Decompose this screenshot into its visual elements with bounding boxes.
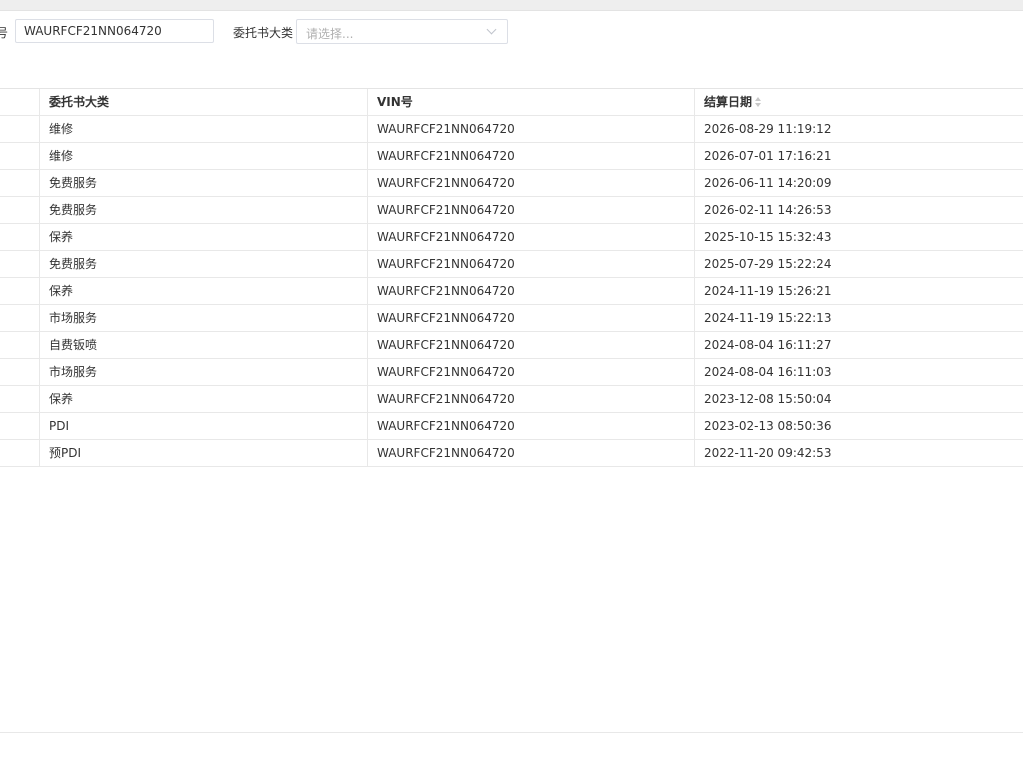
settlement-date-cell: 2022-11-20 09:42:53	[704, 446, 832, 460]
header-category-label: 委托书大类	[49, 95, 110, 109]
row-index-cell	[0, 197, 40, 223]
row-index-cell	[0, 386, 40, 412]
table-row[interactable]: 保养 WAURFCF21NN064720 2023-12-08 15:50:04	[0, 386, 1023, 413]
category-cell: 免费服务	[40, 170, 368, 196]
settlement-date-cell: 2023-12-08 15:50:04	[704, 392, 832, 406]
settlement-date-cell: 2024-11-19 15:26:21	[704, 284, 832, 298]
category-select[interactable]: 请选择...	[296, 19, 508, 44]
settlement-date-cell: 2025-10-15 15:32:43	[704, 230, 832, 244]
table-header: 委托书大类 VIN号 结算日期	[0, 89, 1023, 116]
chevron-down-icon[interactable]	[486, 24, 497, 35]
row-index-cell	[0, 116, 40, 142]
vin-cell: WAURFCF21NN064720	[368, 143, 695, 169]
vin-cell: WAURFCF21NN064720	[368, 197, 695, 223]
table-row[interactable]: 自费钣喷 WAURFCF21NN064720 2024-08-04 16:11:27	[0, 332, 1023, 359]
header-vin-label: VIN号	[377, 95, 413, 109]
table-row[interactable]: 保养 WAURFCF21NN064720 2024-11-19 15:26:21	[0, 278, 1023, 305]
category-cell: 市场服务	[40, 305, 368, 331]
vin-cell: WAURFCF21NN064720	[368, 359, 695, 385]
top-bar	[0, 0, 1023, 11]
settlement-date-cell: 2026-07-01 17:16:21	[704, 149, 832, 163]
settlement-date-cell: 2024-08-04 16:11:27	[704, 338, 832, 352]
table-row[interactable]: 市场服务 WAURFCF21NN064720 2024-11-19 15:22:13	[0, 305, 1023, 332]
row-index-cell	[0, 251, 40, 277]
row-index-cell	[0, 413, 40, 439]
category-cell: 免费服务	[40, 251, 368, 277]
row-index-cell	[0, 440, 40, 466]
table-row[interactable]: 保养 WAURFCF21NN064720 2025-10-15 15:32:43	[0, 224, 1023, 251]
settlement-date-cell: 2026-02-11 14:26:53	[704, 203, 832, 217]
table-body: 维修 WAURFCF21NN064720 2026-08-29 11:19:12 维修…	[0, 116, 1023, 467]
category-cell: 市场服务	[40, 359, 368, 385]
vin-input[interactable]	[15, 19, 214, 43]
footer-divider	[0, 732, 1023, 733]
vin-cell: WAURFCF21NN064720	[368, 413, 695, 439]
vin-cell: WAURFCF21NN064720	[368, 386, 695, 412]
header-cell-category[interactable]: 委托书大类	[40, 89, 368, 115]
row-index-cell	[0, 224, 40, 250]
table-row[interactable]: PDI WAURFCF21NN064720 2023-02-13 08:50:36	[0, 413, 1023, 440]
category-cell: 维修	[40, 143, 368, 169]
row-index-cell	[0, 332, 40, 358]
row-index-cell	[0, 170, 40, 196]
settlement-date-cell: 2023-02-13 08:50:36	[704, 419, 832, 433]
category-cell: 免费服务	[40, 197, 368, 223]
settlement-date-cell: 2026-08-29 11:19:12	[704, 122, 832, 136]
settlement-date-cell: 2024-11-19 15:22:13	[704, 311, 832, 325]
vin-filter-label: 号	[0, 26, 9, 40]
row-index-cell	[0, 278, 40, 304]
header-cell-index	[0, 89, 40, 115]
vin-cell: WAURFCF21NN064720	[368, 116, 695, 142]
header-cell-vin[interactable]: VIN号	[368, 89, 695, 115]
table-row[interactable]: 免费服务 WAURFCF21NN064720 2025-07-29 15:22:24	[0, 251, 1023, 278]
sort-icon[interactable]	[755, 97, 762, 107]
table-row[interactable]: 市场服务 WAURFCF21NN064720 2024-08-04 16:11:03	[0, 359, 1023, 386]
vin-cell: WAURFCF21NN064720	[368, 170, 695, 196]
table-row[interactable]: 免费服务 WAURFCF21NN064720 2026-06-11 14:20:09	[0, 170, 1023, 197]
row-index-cell	[0, 359, 40, 385]
category-cell: 自费钣喷	[40, 332, 368, 358]
category-filter-label: 委托书大类	[233, 26, 294, 40]
header-cell-settlement-date[interactable]: 结算日期	[695, 89, 1023, 115]
vin-cell: WAURFCF21NN064720	[368, 278, 695, 304]
category-cell: 保养	[40, 278, 368, 304]
settlement-date-cell: 2026-06-11 14:20:09	[704, 176, 832, 190]
table-row[interactable]: 预PDI WAURFCF21NN064720 2022-11-20 09:42:53	[0, 440, 1023, 467]
category-cell: PDI	[40, 413, 368, 439]
category-select-placeholder: 请选择...	[306, 27, 354, 41]
vin-cell: WAURFCF21NN064720	[368, 305, 695, 331]
settlement-date-cell: 2024-08-04 16:11:03	[704, 365, 832, 379]
category-cell: 预PDI	[40, 440, 368, 466]
header-date-label: 结算日期	[704, 95, 753, 109]
row-index-cell	[0, 305, 40, 331]
category-cell: 保养	[40, 386, 368, 412]
row-index-cell	[0, 143, 40, 169]
vin-cell: WAURFCF21NN064720	[368, 251, 695, 277]
table-row[interactable]: 维修 WAURFCF21NN064720 2026-07-01 17:16:21	[0, 143, 1023, 170]
filter-row: 号 委托书大类 请选择...	[0, 18, 1023, 46]
table-row[interactable]: 维修 WAURFCF21NN064720 2026-08-29 11:19:12	[0, 116, 1023, 143]
settlement-date-cell: 2025-07-29 15:22:24	[704, 257, 832, 271]
vin-cell: WAURFCF21NN064720	[368, 332, 695, 358]
vin-cell: WAURFCF21NN064720	[368, 440, 695, 466]
category-cell: 保养	[40, 224, 368, 250]
category-cell: 维修	[40, 116, 368, 142]
vin-cell: WAURFCF21NN064720	[368, 224, 695, 250]
table-row[interactable]: 免费服务 WAURFCF21NN064720 2026-02-11 14:26:53	[0, 197, 1023, 224]
results-table: 委托书大类 VIN号 结算日期 维修 WAURFCF21NN064720 2026-…	[0, 88, 1023, 467]
